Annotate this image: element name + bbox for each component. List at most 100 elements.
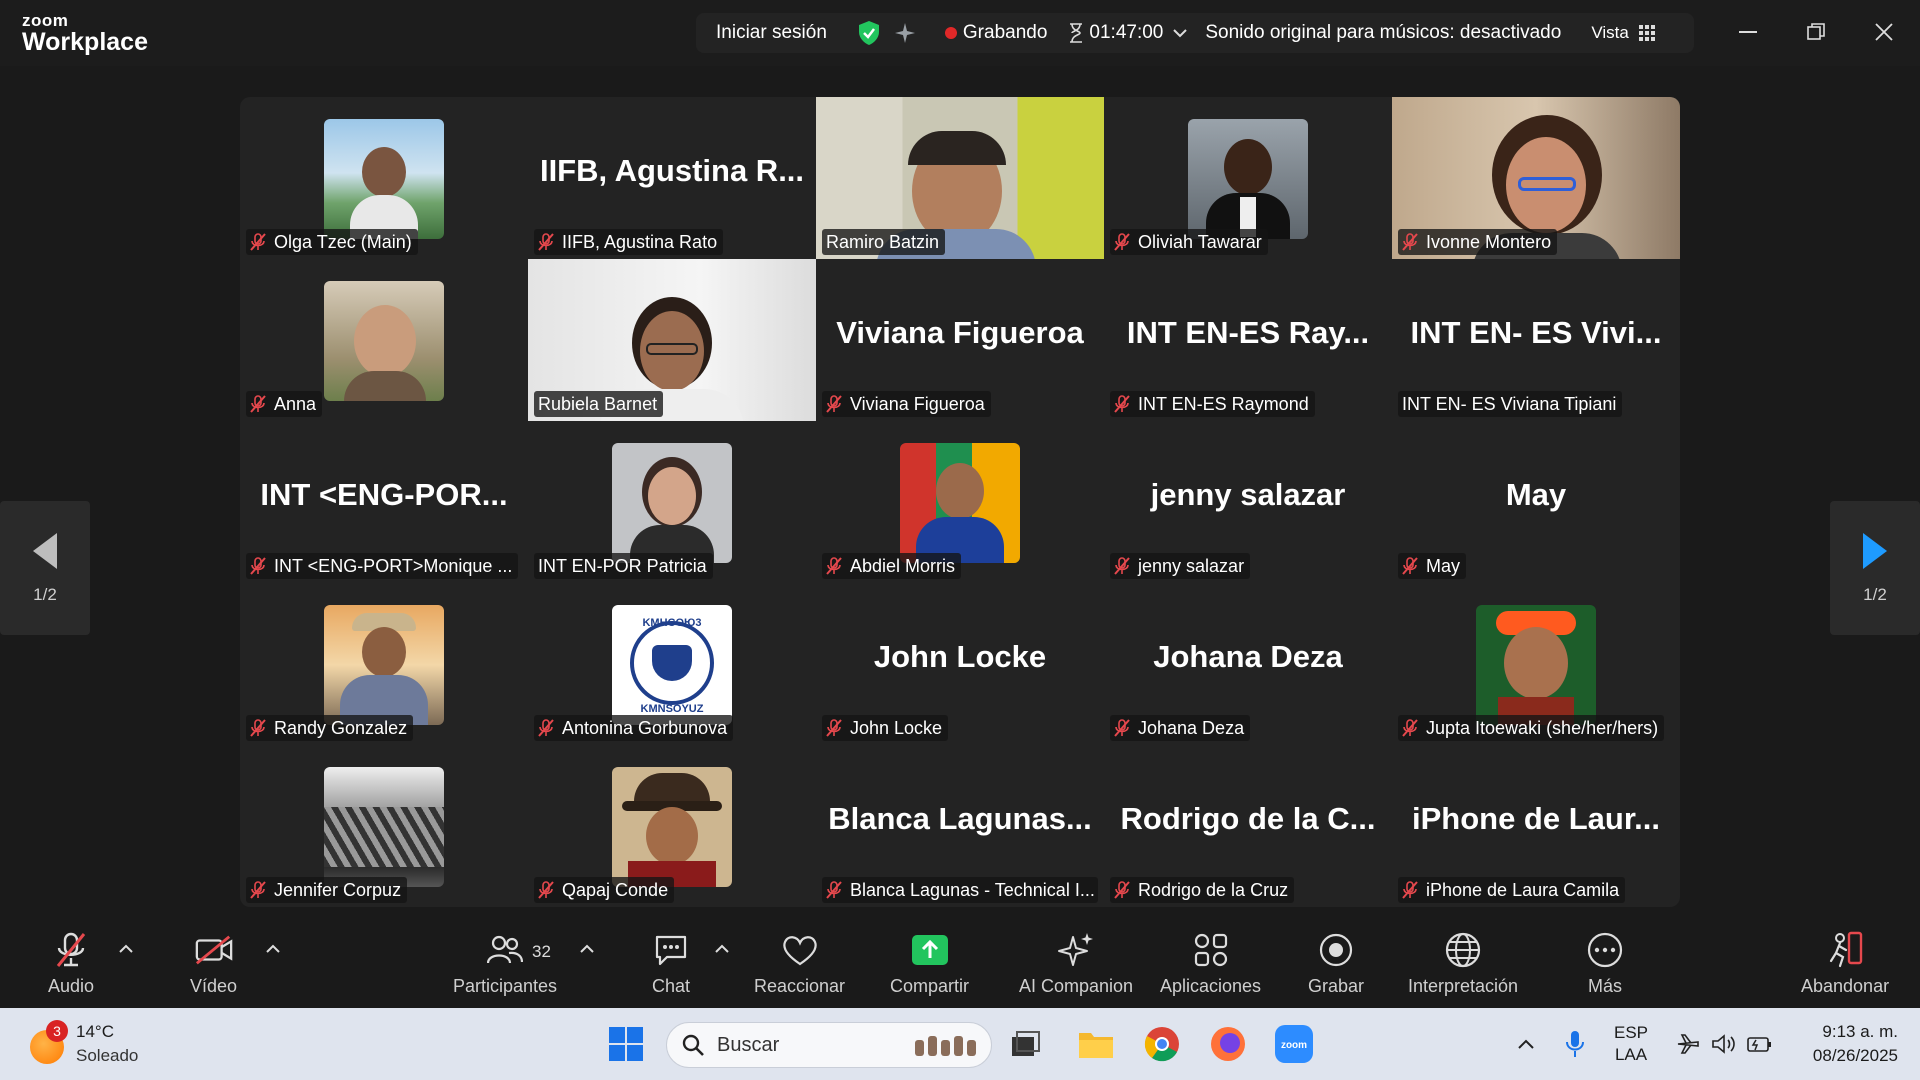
participant-tile[interactable]: John Locke John Locke (816, 583, 1104, 745)
search-highlight-icon (915, 1036, 976, 1056)
start-button[interactable] (606, 1024, 646, 1064)
muted-microphone-icon (826, 719, 842, 737)
video-options-caret-icon[interactable] (266, 944, 280, 954)
participant-tile[interactable]: Abdiel Morris (816, 421, 1104, 583)
muted-microphone-icon (538, 233, 554, 251)
participant-tile[interactable]: jenny salazar jenny salazar (1104, 421, 1392, 583)
participant-name: Oliviah Tawarar (1138, 231, 1262, 252)
participant-tile[interactable]: Ivonne Montero (1392, 97, 1680, 259)
muted-microphone-icon (250, 881, 266, 899)
participant-tile[interactable]: Anna (240, 259, 528, 421)
chat-options-caret-icon[interactable] (715, 944, 729, 954)
participant-tile[interactable]: INT EN-ES Ray... INT EN-ES Raymond (1104, 259, 1392, 421)
share-button[interactable]: Compartir (890, 930, 969, 997)
participant-tile[interactable]: Rodrigo de la C... Rodrigo de la Cruz (1104, 745, 1392, 907)
volume-button[interactable] (1704, 1024, 1744, 1064)
previous-page-button[interactable]: 1/2 (0, 501, 90, 635)
ai-companion-label: AI Companion (1019, 976, 1134, 996)
participant-name-label: Johana Deza (1110, 715, 1251, 741)
input-language[interactable]: ESP LAA (1614, 1022, 1648, 1066)
task-view-icon (1012, 1031, 1040, 1056)
windows-logo-icon (609, 1027, 643, 1061)
weather-temperature[interactable]: 14°C (76, 1022, 114, 1042)
taskbar-clock[interactable]: 9:13 a. m. 08/26/2025 (1813, 1020, 1898, 1068)
ai-sparkle-icon[interactable] (893, 21, 917, 45)
clock-date: 08/26/2025 (1812, 1046, 1898, 1065)
video-button[interactable]: Vídeo (190, 930, 237, 997)
file-explorer-button[interactable] (1076, 1024, 1116, 1064)
audio-button[interactable]: Audio (48, 930, 94, 997)
restore-icon (1807, 23, 1825, 40)
grid-view-icon[interactable] (1638, 25, 1655, 41)
participant-tile[interactable]: IIFB, Agustina R... IIFB, Agustina Rato (528, 97, 816, 259)
weather-condition[interactable]: Soleado (76, 1046, 138, 1066)
close-button[interactable] (1868, 16, 1900, 48)
participant-tile[interactable]: Jupta Itoewaki (she/her/hers) (1392, 583, 1680, 745)
apps-button[interactable]: Aplicaciones (1160, 930, 1261, 997)
react-button[interactable]: Reaccionar (754, 930, 845, 997)
participant-tile[interactable]: Jennifer Corpuz (240, 745, 528, 907)
participant-name: Ivonne Montero (1426, 231, 1552, 252)
restore-button[interactable] (1800, 16, 1832, 48)
participant-tile[interactable]: Randy Gonzalez (240, 583, 528, 745)
participant-tile[interactable]: INT <ENG-POR... INT <ENG-PORT>Monique ... (240, 421, 528, 583)
ai-sparkle-icon (1058, 933, 1094, 966)
participant-tile[interactable]: Qapaj Conde (528, 745, 816, 907)
airplane-icon (1677, 1034, 1699, 1054)
participant-tile[interactable]: INT EN-POR Patricia (528, 421, 816, 583)
shield-icon[interactable] (857, 20, 881, 46)
view-button[interactable]: Vista (1591, 23, 1629, 43)
minimize-button[interactable] (1732, 16, 1764, 48)
more-button[interactable]: Más (1585, 930, 1625, 997)
sign-in-link[interactable]: Iniciar sesión (716, 22, 827, 44)
participant-name-label: Oliviah Tawarar (1110, 229, 1268, 255)
muted-microphone-icon (826, 395, 842, 413)
participant-tile[interactable]: Blanca Lagunas... Blanca Lagunas - Techni… (816, 745, 1104, 907)
chat-label: Chat (651, 976, 691, 996)
participants-options-caret-icon[interactable] (580, 944, 594, 954)
search-placeholder: Buscar (717, 1033, 780, 1056)
microphone-tray-button[interactable] (1555, 1024, 1595, 1064)
participant-tile[interactable]: May May (1392, 421, 1680, 583)
participant-tile[interactable]: Olga Tzec (Main) (240, 97, 528, 259)
meeting-timer: 01:47:00 (1089, 22, 1164, 43)
apps-label: Aplicaciones (1160, 976, 1262, 996)
participant-name-label: INT <ENG-PORT>Monique ... (246, 553, 519, 579)
record-button[interactable]: Grabar (1308, 930, 1364, 997)
participant-tile[interactable]: Viviana Figueroa Viviana Figueroa (816, 259, 1104, 421)
interpretation-button[interactable]: Interpretación (1408, 930, 1518, 997)
participant-display-name: IIFB, Agustina R... (539, 153, 805, 188)
participants-button[interactable]: Participantes (453, 930, 557, 997)
participant-tile[interactable]: iPhone de Laur... iPhone de Laura Camila (1392, 745, 1680, 907)
chrome-button[interactable] (1142, 1024, 1182, 1064)
battery-button[interactable] (1740, 1024, 1780, 1064)
participant-name: Rubiela Barnet (538, 393, 658, 414)
audio-options-caret-icon[interactable] (119, 944, 133, 954)
firefox-button[interactable] (1208, 1024, 1248, 1064)
participant-avatar (324, 767, 444, 887)
zoom-taskbar-button[interactable]: zoom (1274, 1024, 1314, 1064)
muted-microphone-icon (538, 719, 554, 737)
leave-button[interactable]: Abandonar (1801, 930, 1889, 997)
participant-tile[interactable]: Rubiela Barnet (528, 259, 816, 421)
participant-avatar (612, 767, 732, 887)
next-page-button[interactable]: 1/2 (1830, 501, 1920, 635)
task-view-button[interactable] (1006, 1024, 1046, 1064)
clock-time: 9:13 a. m. (1822, 1022, 1898, 1041)
participant-tile[interactable]: Ramiro Batzin (816, 97, 1104, 259)
participant-tile[interactable]: Johana Deza Johana Deza (1104, 583, 1392, 745)
muted-microphone-icon (250, 719, 266, 737)
recording-label[interactable]: Grabando (963, 22, 1048, 44)
participant-display-name: INT EN- ES Vivi... (1410, 315, 1662, 350)
show-hidden-icons-button[interactable] (1506, 1024, 1546, 1064)
airplane-mode-button[interactable] (1668, 1024, 1708, 1064)
chevron-down-icon[interactable] (1173, 28, 1188, 38)
participant-tile[interactable]: KMHCOЮ3 KMNSOYUZ Antonina Gorbunova (528, 583, 816, 745)
participant-name: Ramiro Batzin (826, 231, 940, 252)
original-sound-status[interactable]: Sonido original para músicos: desactivad… (1205, 22, 1561, 44)
participant-tile[interactable]: Oliviah Tawarar (1104, 97, 1392, 259)
ai-companion-button[interactable]: AI Companion (1019, 930, 1133, 997)
chat-button[interactable]: Chat (651, 930, 691, 997)
taskbar-search-input[interactable]: Buscar (666, 1022, 992, 1068)
participant-tile[interactable]: INT EN- ES Vivi... INT EN- ES Viviana Tip… (1392, 259, 1680, 421)
